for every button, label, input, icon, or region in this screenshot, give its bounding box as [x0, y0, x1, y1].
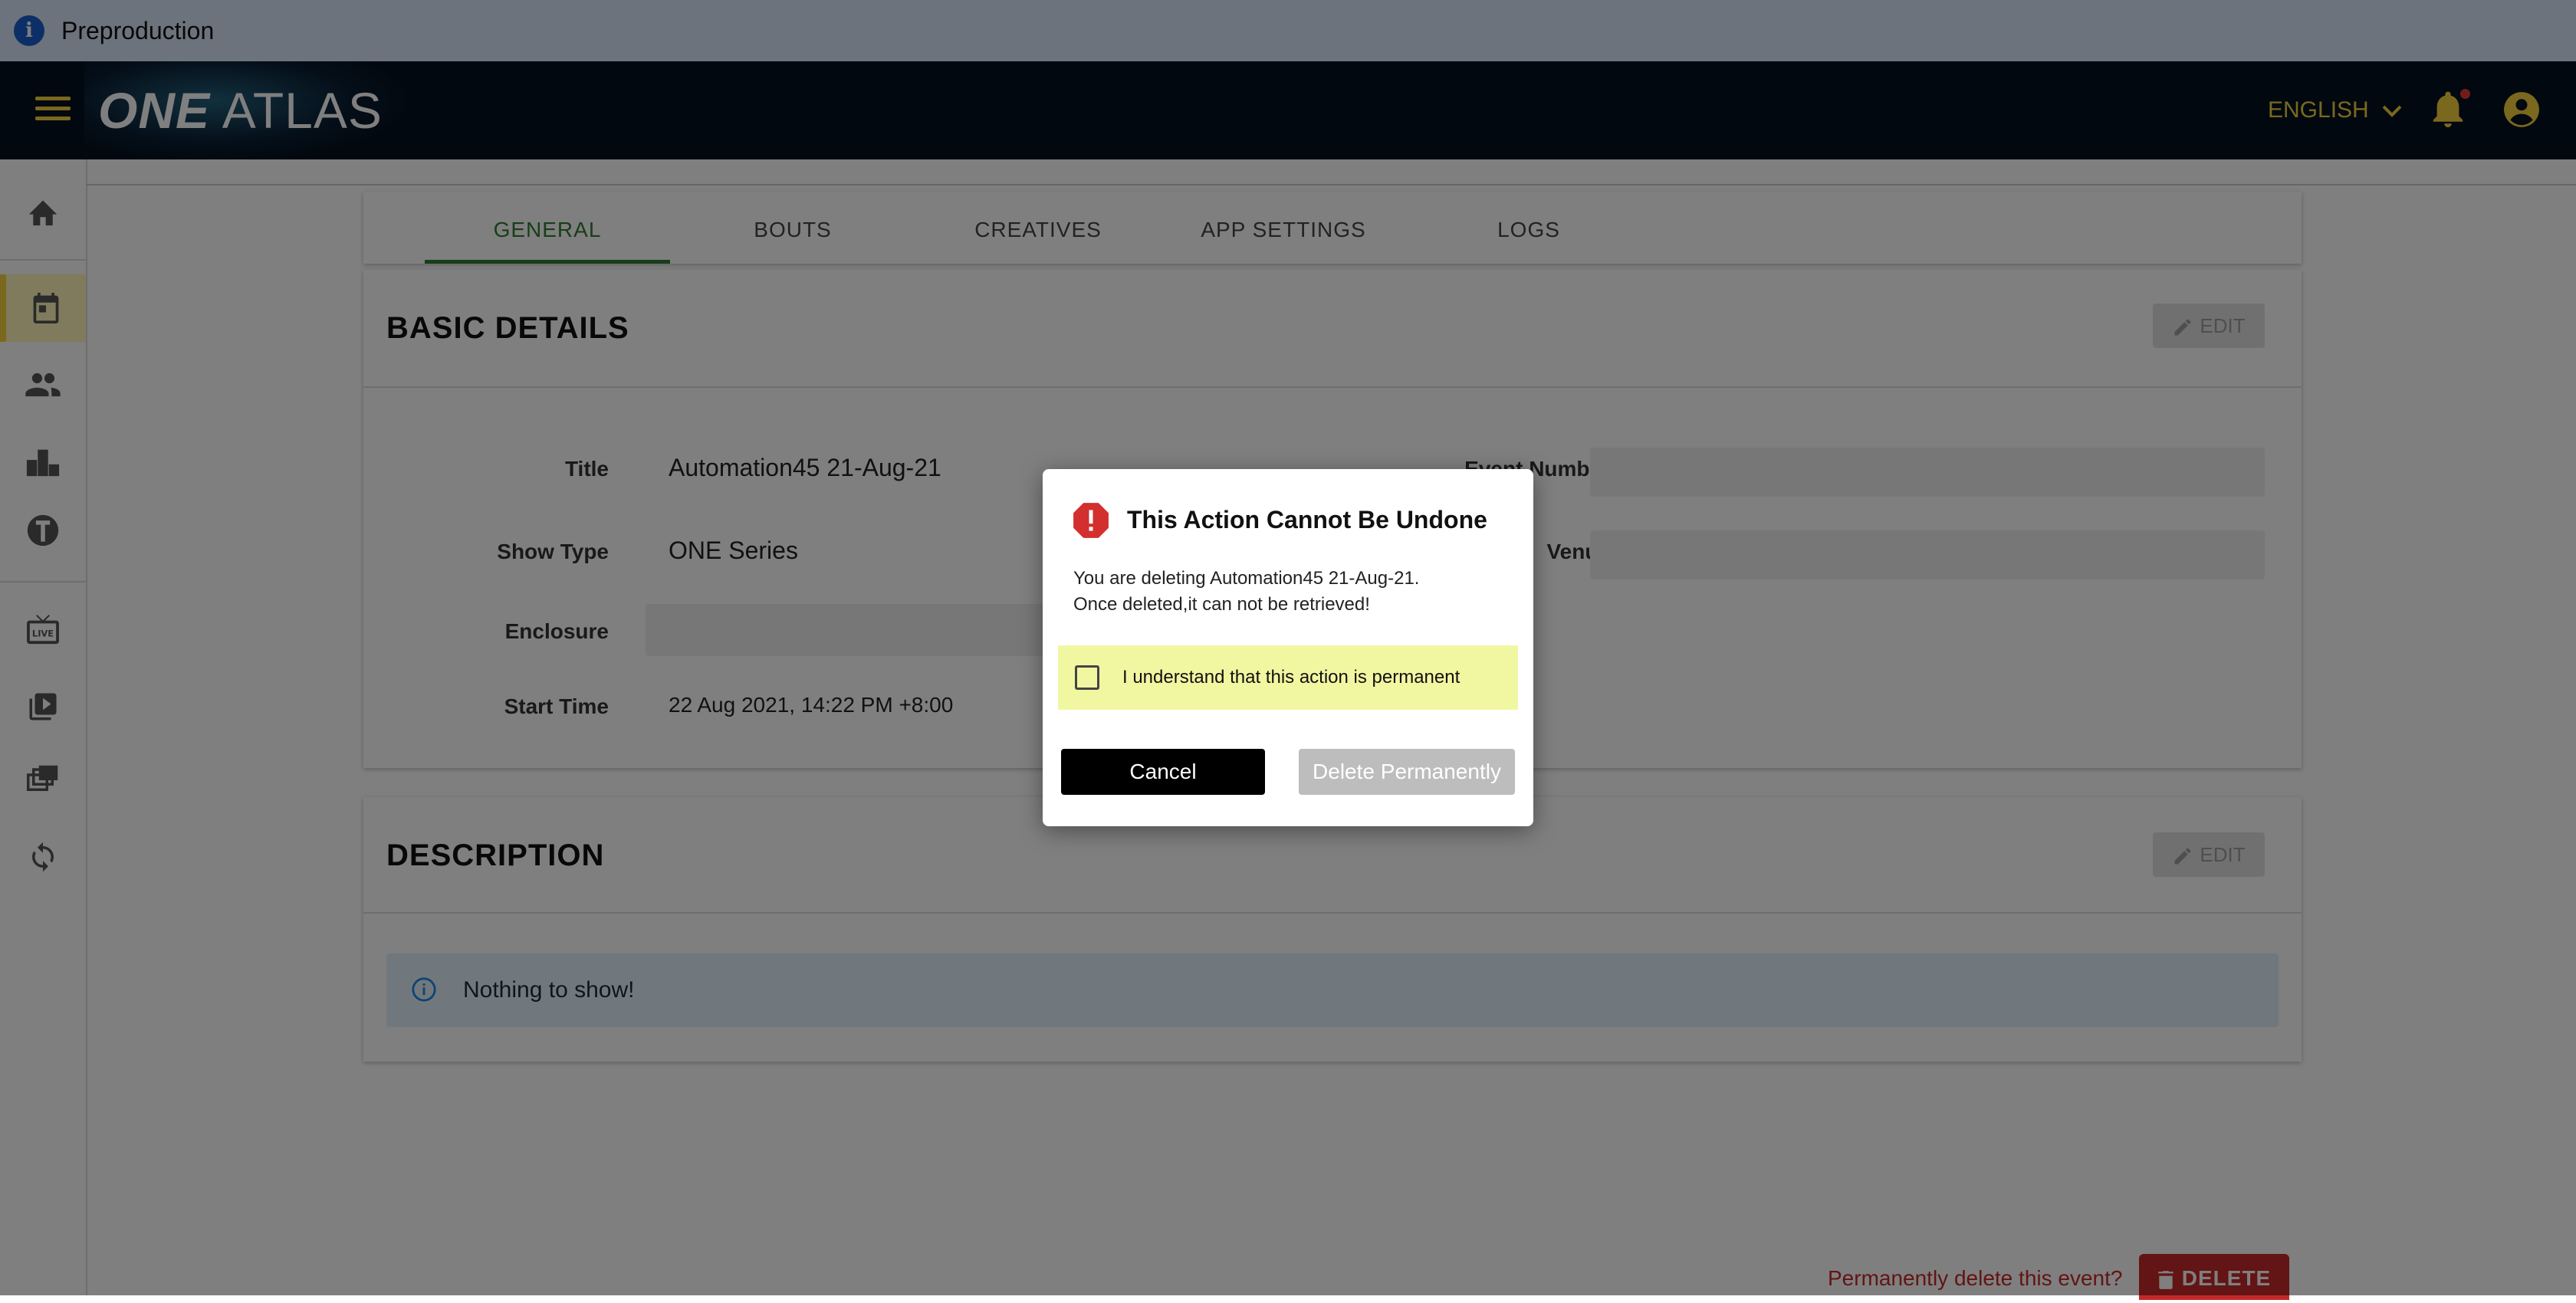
- permanent-confirmation[interactable]: I understand that this action is permane…: [1058, 645, 1518, 710]
- warning-octagon-icon: [1073, 503, 1109, 538]
- confirm-checkbox[interactable]: [1075, 665, 1099, 690]
- dialog-title: This Action Cannot Be Undone: [1127, 506, 1487, 533]
- dialog-message: You are deleting Automation45 21-Aug-21.…: [1073, 566, 1419, 618]
- cancel-button[interactable]: Cancel: [1061, 749, 1265, 795]
- dialog-message-line: You are deleting Automation45 21-Aug-21.: [1073, 568, 1420, 589]
- confirm-delete-dialog: This Action Cannot Be Undone You are del…: [1043, 469, 1533, 826]
- dialog-message-line: Once deleted,it can not be retrieved!: [1073, 594, 1370, 615]
- delete-permanently-button[interactable]: Delete Permanently: [1299, 749, 1515, 795]
- confirm-checkbox-label: I understand that this action is permane…: [1122, 667, 1460, 688]
